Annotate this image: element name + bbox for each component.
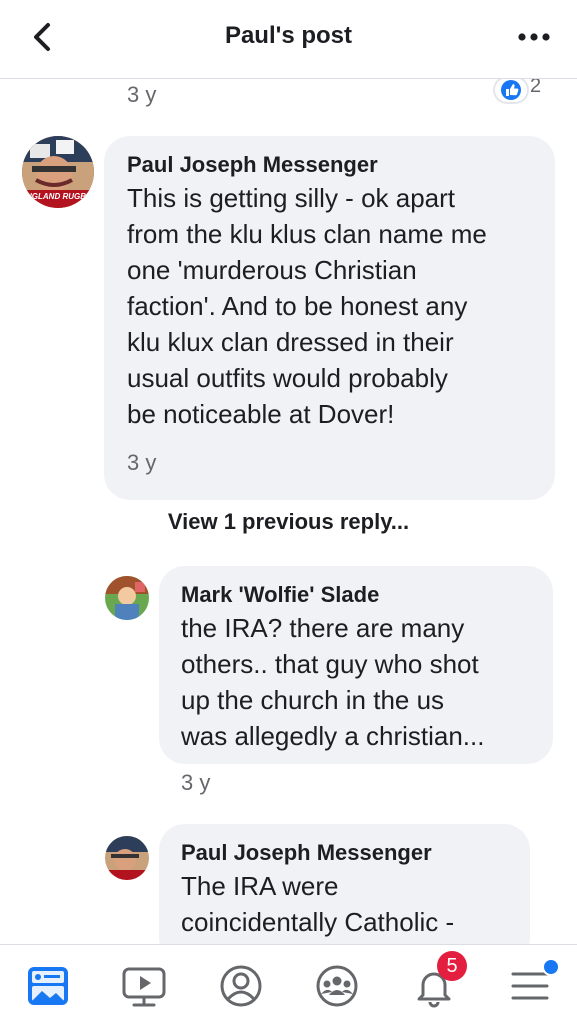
avatar[interactable]: [105, 576, 149, 620]
avatar-image: [105, 836, 149, 880]
avatar[interactable]: NGLAND RUGB: [22, 136, 94, 208]
comment-author[interactable]: Paul Joseph Messenger: [181, 840, 432, 866]
reaction-count[interactable]: 2: [530, 78, 541, 98]
comment-text: The IRA were coincidentally Catholic -: [181, 868, 454, 940]
comment-line: This is getting silly - ok apart: [127, 183, 456, 213]
profile-icon[interactable]: [216, 961, 266, 1011]
notifications-badge: 5: [437, 951, 467, 981]
comment-bubble[interactable]: Paul Joseph Messenger The IRA were coinc…: [159, 824, 530, 944]
comment-text: the IRA? there are many others.. that gu…: [181, 610, 484, 754]
comment-line: be noticeable at Dover!: [127, 399, 395, 429]
comment-line: The IRA were: [181, 871, 339, 901]
avatar-caption: NGLAND RUGB: [26, 192, 86, 201]
reply-timestamp[interactable]: 3 y: [127, 82, 156, 108]
bottom-tab-bar: [0, 944, 577, 1025]
comment-line: coincidentally Catholic -: [181, 907, 455, 937]
menu-indicator-dot: [542, 958, 560, 976]
comment-bubble[interactable]: Paul Joseph Messenger This is getting si…: [104, 136, 555, 500]
comment-author[interactable]: Mark 'Wolfie' Slade: [181, 582, 379, 608]
comment-line: others.. that guy who shot: [181, 649, 479, 679]
comments-thread: 3 y 2 NGLAND RUGB Paul Joseph Messenger …: [0, 78, 577, 944]
avatar-image: [105, 576, 149, 620]
groups-icon[interactable]: [312, 961, 362, 1011]
comment-line: klu klux clan dressed in their: [127, 327, 454, 357]
comment-line: one 'murderous Christian: [127, 255, 417, 285]
page-title: Paul's post: [224, 22, 353, 49]
comment-line: from the klu klus clan name me: [127, 219, 487, 249]
comment-line: usual outfits would probably: [127, 363, 448, 393]
more-horizontal-icon[interactable]: [517, 27, 551, 47]
top-bar: Paul's post: [0, 0, 577, 79]
comment-timestamp[interactable]: 3 y: [181, 770, 210, 796]
comment-author[interactable]: Paul Joseph Messenger: [127, 152, 378, 178]
comment-timestamp[interactable]: 3 y: [127, 450, 156, 476]
comment-line: up the church in the us: [181, 685, 445, 715]
comment-bubble[interactable]: Mark 'Wolfie' Slade the IRA? there are m…: [159, 566, 553, 764]
comment-text: This is getting silly - ok apart from th…: [127, 180, 487, 432]
avatar[interactable]: [105, 836, 149, 880]
news-feed-icon[interactable]: [23, 961, 73, 1011]
reaction-badge[interactable]: [495, 78, 527, 102]
comment-line: faction'. And to be honest any: [127, 291, 468, 321]
view-previous-replies-link[interactable]: View 1 previous reply...: [0, 509, 577, 535]
comment-line: the IRA? there are many: [181, 613, 465, 643]
thumbs-up-icon: [501, 80, 521, 100]
comment-line: was allegedly a christian...: [181, 721, 485, 751]
watch-video-icon[interactable]: [119, 961, 169, 1011]
